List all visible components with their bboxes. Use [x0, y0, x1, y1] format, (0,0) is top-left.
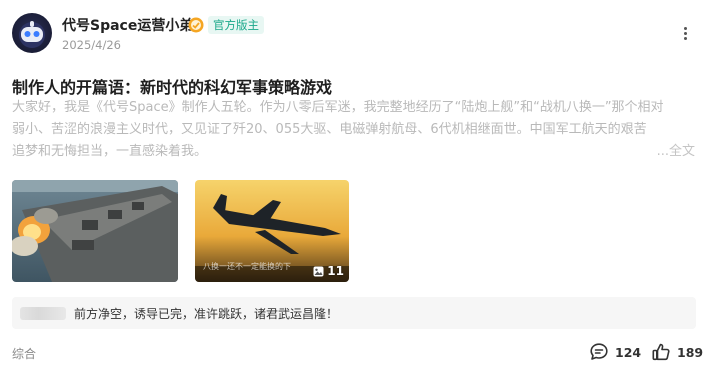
commenter-name-blurred: [20, 306, 66, 320]
image-count-label: 11: [327, 264, 344, 278]
comments-button[interactable]: 124: [589, 342, 641, 362]
post-body[interactable]: 大家好，我是《代号Space》制作人五轮。作为八零后军迷，我完整地经历了“陆炮上…: [12, 97, 696, 163]
category-label[interactable]: 综合: [12, 345, 36, 362]
avatar[interactable]: [12, 13, 52, 53]
post-image-1[interactable]: [12, 180, 178, 282]
read-full-link[interactable]: ...全文: [652, 141, 695, 163]
post-body-line: 追梦和无悔担当，一直感染着我。: [12, 144, 208, 159]
post-title[interactable]: 制作人的开篇语：新时代的科幻军事策略游戏: [12, 74, 332, 98]
warship-firing-image: [12, 180, 178, 282]
post-body-line: 弱小、苦涩的浪漫主义时代，又见证了歼20、055大驱、电磁弹射航母、6代机相继面…: [12, 122, 647, 137]
robot-avatar-icon: [19, 21, 45, 48]
post-date: 2025/4/26: [62, 38, 121, 52]
post-body-line: 大家好，我是《代号Space》制作人五轮。作为八零后军迷，我完整地经历了“陆炮上…: [12, 100, 664, 115]
level-badge-icon: [188, 17, 204, 33]
post-image-2[interactable]: 八换一还不一定能换的下 11: [195, 180, 349, 282]
comment-icon: [590, 343, 608, 360]
official-badge: 官方版主: [208, 16, 264, 34]
comment-text: 前方净空，诱导已完，准许跳跃，诸君武运昌隆！: [74, 306, 339, 321]
thumbs-up-icon: [652, 343, 670, 361]
likes-count: 189: [677, 344, 704, 360]
like-button[interactable]: 189: [651, 342, 703, 362]
comments-count: 124: [615, 344, 642, 360]
more-options-icon[interactable]: [681, 27, 689, 43]
image-count: 11: [313, 264, 344, 278]
image-caption: 八换一还不一定能换的下: [203, 262, 291, 271]
gallery-icon: [313, 266, 324, 276]
username[interactable]: 代号Space运营小弟: [62, 15, 193, 35]
comment-preview[interactable]: 前方净空，诱导已完，准许跳跃，诸君武运昌隆！: [12, 297, 696, 329]
